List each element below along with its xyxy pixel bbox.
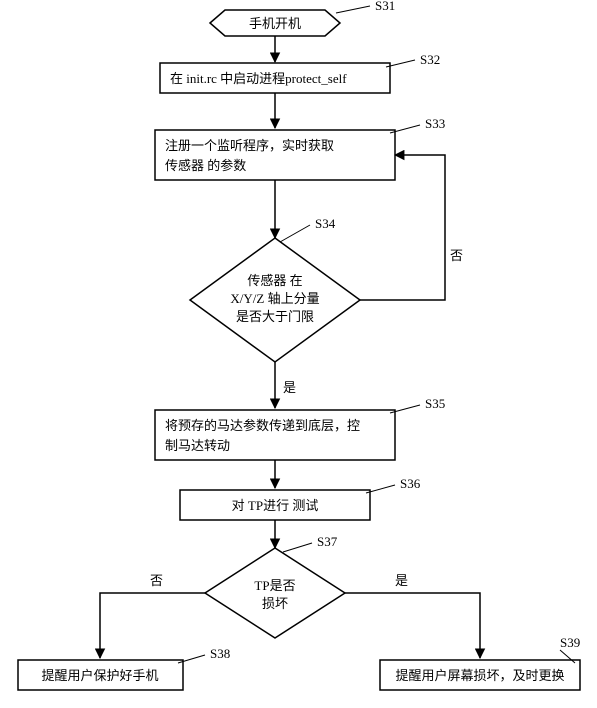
node-s32-process: 在 init.rc 中启动进程protect_self xyxy=(160,63,390,93)
s31-text: 手机开机 xyxy=(249,16,301,31)
label-s36: S36 xyxy=(366,476,421,493)
svg-text:S34: S34 xyxy=(315,216,336,231)
svg-text:S37: S37 xyxy=(317,534,338,549)
s34-line2: X/Y/Z 轴上分量 xyxy=(230,291,319,306)
s32-text: 在 init.rc 中启动进程protect_self xyxy=(170,71,347,86)
node-s36-process: 对 TP进行 测试 xyxy=(180,490,370,520)
s37-line2: 损坏 xyxy=(262,596,288,611)
s37-yes-label: 是 xyxy=(395,573,408,588)
edge-s34-no: 否 xyxy=(360,155,463,300)
label-s34: S34 xyxy=(280,216,336,242)
svg-text:S35: S35 xyxy=(425,396,445,411)
node-s33-process: 注册一个监听程序，实时获取 传感器 的参数 xyxy=(155,130,395,180)
label-s35: S35 xyxy=(390,396,445,413)
s39-text: 提醒用户屏幕损坏，及时更换 xyxy=(395,668,564,683)
svg-text:S33: S33 xyxy=(425,116,445,131)
node-s38-process: 提醒用户保护好手机 xyxy=(18,660,183,690)
label-s38: S38 xyxy=(178,646,230,663)
svg-text:S38: S38 xyxy=(210,646,230,661)
edge-s37-yes: 是 xyxy=(345,573,480,658)
s34-line1: 传感器 在 xyxy=(247,273,302,288)
label-s33: S33 xyxy=(390,116,445,133)
node-s39-process: 提醒用户屏幕损坏，及时更换 xyxy=(380,660,580,690)
edge-s34-yes: 是 xyxy=(275,362,296,408)
s38-text: 提醒用户保护好手机 xyxy=(41,668,158,683)
label-s32: S32 xyxy=(386,52,440,67)
node-s34-decision: 传感器 在 X/Y/Z 轴上分量 是否大于门限 xyxy=(190,238,360,362)
edge-s37-no: 否 xyxy=(100,573,205,658)
label-s37: S37 xyxy=(283,534,338,552)
s34-no-label: 否 xyxy=(450,248,463,263)
node-s35-process: 将预存的马达参数传递到底层，控 制马达转动 xyxy=(155,410,395,460)
s35-line1: 将预存的马达参数传递到底层，控 xyxy=(165,418,360,433)
s36-text: 对 TP进行 测试 xyxy=(232,498,319,513)
node-s31-start: 手机开机 xyxy=(210,10,340,36)
node-s37-decision: TP是否 损坏 xyxy=(205,548,345,638)
s33-line2: 传感器 的参数 xyxy=(165,158,246,173)
s35-line2: 制马达转动 xyxy=(165,438,230,453)
svg-text:S32: S32 xyxy=(420,52,440,67)
s37-no-label: 否 xyxy=(150,573,163,588)
s34-line3: 是否大于门限 xyxy=(236,309,314,324)
label-s39: S39 xyxy=(560,635,580,663)
svg-text:S31: S31 xyxy=(375,0,395,13)
s34-yes-label: 是 xyxy=(283,380,296,395)
s33-line1: 注册一个监听程序，实时获取 xyxy=(165,138,334,153)
svg-text:S36: S36 xyxy=(400,476,421,491)
label-s31: S31 xyxy=(336,0,395,13)
s37-line1: TP是否 xyxy=(254,578,295,593)
svg-text:S39: S39 xyxy=(560,635,580,650)
